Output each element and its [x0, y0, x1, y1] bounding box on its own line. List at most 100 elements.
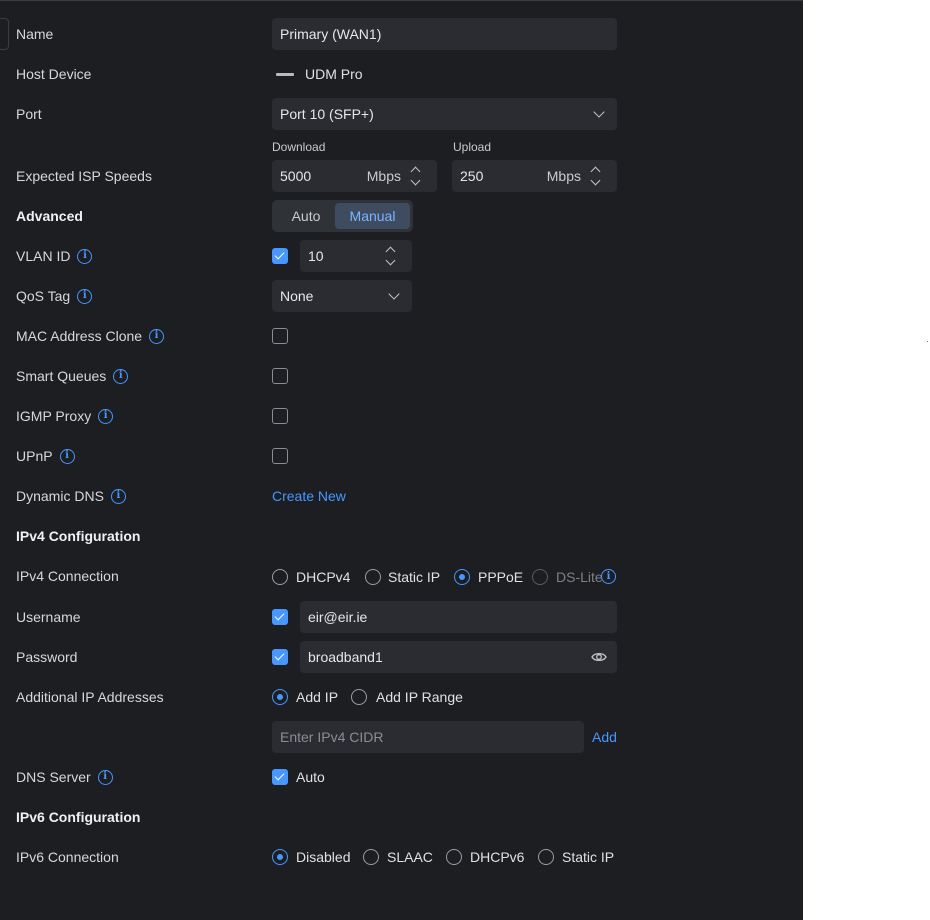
radio-slaac-label[interactable]: SLAAC [387, 848, 433, 866]
info-icon[interactable]: i [601, 569, 616, 584]
label-username: Username [16, 609, 81, 625]
stray-dot [927, 341, 928, 342]
info-icon[interactable]: i [149, 328, 165, 344]
download-speed-input[interactable]: 5000 Mbps [272, 160, 437, 192]
radio-add-ip-range-label[interactable]: Add IP Range [376, 688, 463, 706]
vlan-checkbox[interactable] [272, 248, 288, 264]
chevron-down-icon[interactable] [590, 175, 601, 186]
radio-add-ip[interactable] [272, 689, 288, 705]
radio-static-ip-label[interactable]: Static IP [388, 568, 440, 586]
label-ipv4-connection: IPv4 Connection [16, 568, 119, 584]
label-ipv6-configuration: IPv6 Configuration [16, 809, 141, 825]
udm-device-icon [276, 73, 294, 76]
username-input[interactable]: eir@eir.ie [300, 601, 617, 633]
name-input[interactable]: Primary (WAN1) [272, 18, 617, 50]
dns-server-text: DNS Server [16, 769, 91, 785]
igmp-proxy-checkbox[interactable] [272, 408, 288, 424]
radio-add-ip-label[interactable]: Add IP [296, 688, 338, 706]
radio-ipv6-disabled[interactable] [272, 849, 288, 865]
qos-value: None [280, 288, 314, 304]
label-name: Name [16, 26, 54, 42]
info-icon[interactable]: i [98, 408, 114, 424]
chevron-down-icon [593, 106, 605, 118]
upload-unit: Mbps [546, 168, 581, 184]
dns-auto-label[interactable]: Auto [296, 768, 325, 786]
vlan-id-text: VLAN ID [16, 248, 71, 264]
radio-add-ip-range[interactable] [351, 689, 367, 705]
vlan-id-input[interactable]: 10 [300, 240, 412, 272]
qos-tag-select[interactable]: None [272, 280, 412, 312]
label-additional-ip: Additional IP Addresses [16, 689, 164, 705]
upload-speed-input[interactable]: 250 Mbps [452, 160, 617, 192]
radio-pppoe-label[interactable]: PPPoE [478, 568, 523, 586]
info-icon[interactable]: i [77, 248, 93, 264]
label-advanced: Advanced [16, 208, 83, 224]
dns-auto-checkbox[interactable] [272, 769, 288, 785]
radio-slaac[interactable] [363, 849, 379, 865]
info-icon[interactable]: i [110, 488, 126, 504]
upnp-checkbox[interactable] [272, 448, 288, 464]
download-unit: Mbps [366, 168, 401, 184]
ipv4-cidr-input[interactable]: Enter IPv4 CIDR [272, 721, 584, 753]
chevron-down-icon[interactable] [385, 255, 396, 266]
dynamic-dns-text: Dynamic DNS [16, 488, 104, 504]
port-select[interactable]: Port 10 (SFP+) [272, 98, 617, 130]
radio-dhcpv4-label[interactable]: DHCPv4 [296, 568, 350, 586]
label-igmp-proxy: IGMP Proxy i [16, 407, 114, 425]
vlan-id-value: 10 [308, 248, 324, 264]
label-host-device: Host Device [16, 66, 92, 82]
info-icon[interactable]: i [113, 368, 129, 384]
settings-panel: Name Primary (WAN1) Host Device UDM Pro … [0, 0, 803, 920]
upnp-text: UPnP [16, 448, 53, 464]
radio-static-ip[interactable] [365, 569, 381, 585]
info-icon[interactable]: i [97, 769, 113, 785]
username-value: eir@eir.ie [308, 609, 368, 625]
chevron-down-icon[interactable] [410, 175, 421, 186]
upload-caption: Upload [453, 140, 492, 154]
radio-dhcpv4[interactable] [272, 569, 288, 585]
password-input[interactable]: broadband1 [300, 641, 617, 673]
download-caption: Download [272, 140, 326, 154]
radio-ds-lite [532, 569, 548, 585]
host-device-value: UDM Pro [305, 66, 363, 82]
label-vlan-id: VLAN ID i [16, 247, 93, 265]
label-port: Port [16, 106, 42, 122]
advanced-mode-toggle: Auto Manual [272, 200, 413, 232]
create-new-ddns-link[interactable]: Create New [272, 487, 346, 505]
password-checkbox[interactable] [272, 649, 288, 665]
advanced-manual-option[interactable]: Manual [335, 203, 410, 229]
igmp-proxy-text: IGMP Proxy [16, 408, 92, 424]
qos-tag-text: QoS Tag [16, 288, 71, 304]
label-expected-isp-speeds: Expected ISP Speeds [16, 168, 152, 184]
smart-queues-text: Smart Queues [16, 368, 107, 384]
advanced-auto-option[interactable]: Auto [275, 203, 337, 229]
name-value: Primary (WAN1) [280, 26, 382, 42]
info-icon[interactable]: i [59, 448, 75, 464]
upload-value: 250 [460, 168, 484, 184]
label-mac-clone: MAC Address Clone i [16, 327, 165, 345]
chevron-down-icon [388, 288, 400, 300]
radio-ipv6-static-ip-label[interactable]: Static IP [562, 848, 614, 866]
radio-ipv6-disabled-label[interactable]: Disabled [296, 848, 350, 866]
mac-clone-checkbox[interactable] [272, 328, 288, 344]
radio-ipv6-static-ip[interactable] [538, 849, 554, 865]
mac-clone-text: MAC Address Clone [16, 328, 143, 344]
label-dynamic-dns: Dynamic DNS i [16, 487, 126, 505]
username-checkbox[interactable] [272, 609, 288, 625]
info-icon[interactable]: i [77, 288, 93, 304]
label-ipv6-connection: IPv6 Connection [16, 849, 119, 865]
radio-ds-lite-label: DS-Lite [556, 569, 603, 585]
download-value: 5000 [280, 168, 312, 184]
eye-icon[interactable] [591, 649, 607, 665]
label-qos-tag: QoS Tag i [16, 287, 93, 305]
smart-queues-checkbox[interactable] [272, 368, 288, 384]
label-upnp: UPnP i [16, 447, 75, 465]
top-divider [0, 0, 803, 1]
panel-edge-handle [0, 18, 9, 50]
label-password: Password [16, 649, 78, 665]
radio-dhcpv6[interactable] [446, 849, 462, 865]
label-ipv4-configuration: IPv4 Configuration [16, 528, 141, 544]
add-cidr-link[interactable]: Add [592, 728, 617, 746]
radio-pppoe[interactable] [454, 569, 470, 585]
radio-dhcpv6-label[interactable]: DHCPv6 [470, 848, 524, 866]
